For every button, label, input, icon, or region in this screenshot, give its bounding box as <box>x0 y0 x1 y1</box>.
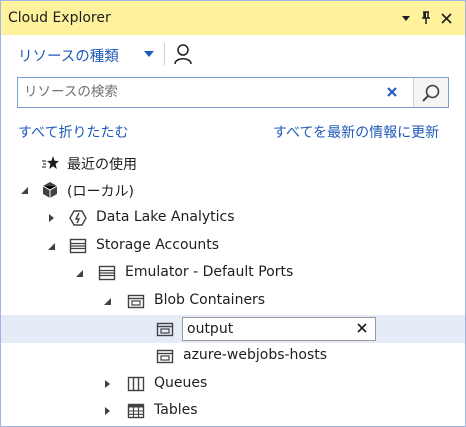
tree-item-label: (ローカル) <box>67 184 134 200</box>
panel-title: Cloud Explorer <box>8 10 111 26</box>
queue-icon <box>127 376 145 392</box>
search-button[interactable] <box>413 78 448 107</box>
tree-item-storage-accounts[interactable]: Storage Accounts <box>1 232 465 260</box>
chevron-down-icon[interactable] <box>144 51 154 57</box>
collapse-arrow-icon[interactable] <box>46 241 56 251</box>
tree-item-label: Data Lake Analytics <box>96 209 235 225</box>
pin-icon <box>422 11 430 24</box>
tree-item-label: azure-webjobs-hosts <box>183 347 328 363</box>
container-icon <box>127 294 145 309</box>
search-box <box>17 77 449 108</box>
tree-item-local[interactable]: (ローカル) <box>1 176 465 204</box>
recent-star-icon <box>42 156 59 169</box>
tree-item-tables[interactable]: Tables <box>1 397 465 425</box>
person-icon[interactable] <box>173 43 193 65</box>
close-button[interactable] <box>437 8 455 28</box>
storage-icon <box>98 265 116 281</box>
search-input[interactable] <box>18 78 384 105</box>
container-icon <box>156 349 174 364</box>
collapse-arrow-icon[interactable] <box>74 268 84 278</box>
tree-item-label: Queues <box>154 375 208 391</box>
toolbar-divider <box>164 43 165 65</box>
resource-type-dropdown[interactable]: リソースの種類 <box>18 45 119 66</box>
dropdown-icon <box>402 16 410 21</box>
expand-arrow-icon[interactable] <box>102 379 112 389</box>
data-lake-icon <box>69 210 87 226</box>
window-position-button[interactable] <box>397 8 415 28</box>
tree-item-recent[interactable]: 最近の使用 <box>1 149 465 177</box>
tree-item-blob-containers[interactable]: Blob Containers <box>1 287 465 315</box>
search-icon <box>422 84 440 102</box>
close-icon <box>440 12 452 24</box>
storage-icon <box>69 238 87 254</box>
rename-input[interactable] <box>183 318 347 340</box>
tree-item-queues[interactable]: Queues <box>1 370 465 398</box>
tree-item-azure-webjobs-hosts[interactable]: azure-webjobs-hosts <box>1 342 465 370</box>
cloud-explorer-panel: Cloud Explorer リソースの種類 すべ <box>0 0 466 427</box>
rename-box <box>182 317 376 341</box>
tree-item-data-lake-analytics[interactable]: Data Lake Analytics <box>1 204 465 232</box>
title-bar: Cloud Explorer <box>1 1 465 35</box>
close-icon[interactable] <box>356 322 368 334</box>
tree-item-output[interactable] <box>1 315 465 343</box>
tree-item-emulator[interactable]: Emulator - Default Ports <box>1 259 465 287</box>
container-icon <box>156 322 174 337</box>
tree-item-label: Blob Containers <box>154 292 266 308</box>
pin-button[interactable] <box>417 8 435 28</box>
expand-arrow-icon[interactable] <box>102 406 112 416</box>
expand-arrow-icon[interactable] <box>46 213 56 223</box>
tree-item-label: Emulator - Default Ports <box>125 264 294 280</box>
clear-search-icon[interactable] <box>384 84 400 100</box>
table-icon <box>127 403 145 419</box>
tree-item-label: Storage Accounts <box>96 237 220 253</box>
collapse-all-link[interactable]: すべて折りたたむ <box>18 122 128 142</box>
cube-icon <box>42 182 58 198</box>
tree-item-label: Tables <box>154 402 198 418</box>
refresh-all-link[interactable]: すべてを最新の情報に更新 <box>273 122 439 142</box>
collapse-arrow-icon[interactable] <box>19 185 29 195</box>
tree-item-label: 最近の使用 <box>67 157 137 173</box>
collapse-arrow-icon[interactable] <box>102 296 112 306</box>
